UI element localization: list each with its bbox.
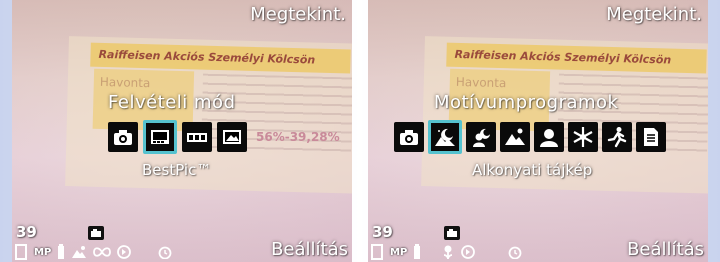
scene-program-icon-row xyxy=(394,120,666,154)
panorama-icon[interactable] xyxy=(182,122,212,152)
settings-softkey[interactable]: Beállítás xyxy=(627,239,704,260)
snow-icon[interactable] xyxy=(568,122,598,152)
shots-remaining: 39 xyxy=(16,223,37,241)
stabilizer-icon xyxy=(117,245,132,259)
document-percent: 56%-39,28% xyxy=(256,130,340,144)
mp-label: MP xyxy=(34,246,52,258)
sports-icon[interactable] xyxy=(602,122,632,152)
battery-icon xyxy=(414,244,421,259)
flash-icon xyxy=(444,226,460,240)
infinity-icon xyxy=(93,247,112,257)
bestpic-icon[interactable] xyxy=(143,120,177,154)
shots-remaining: 39 xyxy=(372,223,393,241)
selected-scene-label: Alkonyati tájkép xyxy=(472,161,593,179)
storage-icon xyxy=(371,244,383,260)
night-portrait-icon[interactable] xyxy=(466,122,496,152)
status-bar: MP xyxy=(14,244,173,260)
view-softkey[interactable]: Megtekint. xyxy=(250,4,346,25)
camera-screen-scene-programs: Raiffeisen Akciós Személyi Kölcsön Havon… xyxy=(368,0,708,262)
flash-icon xyxy=(88,226,104,240)
shooting-mode-icon-row: 56%-39,28% xyxy=(108,120,340,154)
battery-icon xyxy=(58,244,65,259)
camera-icon[interactable] xyxy=(108,122,138,152)
self-timer-icon xyxy=(158,246,172,259)
shooting-mode-title: Felvételi mód xyxy=(108,92,236,113)
storage-icon xyxy=(15,244,27,260)
settings-softkey[interactable]: Beállítás xyxy=(271,239,348,260)
macro-icon xyxy=(444,245,453,260)
twilight-landscape-icon[interactable] xyxy=(428,120,462,154)
auto-camera-icon[interactable] xyxy=(394,122,424,152)
self-timer-icon xyxy=(508,246,522,259)
document-icon[interactable] xyxy=(636,122,666,152)
stabilizer-icon xyxy=(461,245,476,259)
status-bar: MP xyxy=(370,244,523,260)
portrait-icon[interactable] xyxy=(534,122,564,152)
scene-programs-title: Motívumprogramok xyxy=(434,92,619,113)
landscape-photo-icon[interactable] xyxy=(217,122,247,152)
landscape-mode-icon xyxy=(72,246,87,258)
landscape-icon[interactable] xyxy=(500,122,530,152)
comparison-frame: Raiffeisen Akciós Személyi Kölcsön Havon… xyxy=(0,0,720,262)
view-softkey[interactable]: Megtekint. xyxy=(606,4,702,25)
mp-label: MP xyxy=(390,246,408,258)
camera-screen-shooting-mode: Raiffeisen Akciós Személyi Kölcsön Havon… xyxy=(12,0,352,262)
selected-mode-label: BestPic™ xyxy=(142,161,212,179)
